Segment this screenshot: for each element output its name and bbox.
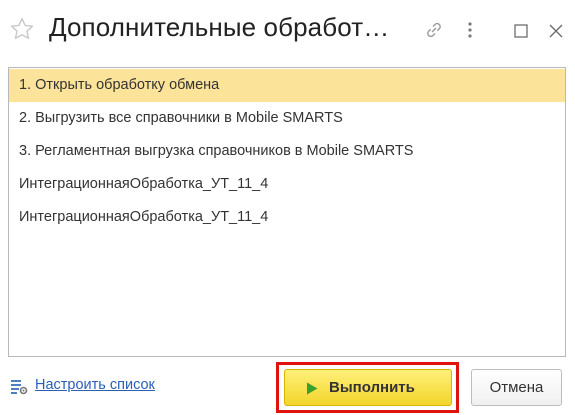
list-item[interactable]: ИнтеграционнаяОбработка_УТ_11_4 [9, 168, 565, 201]
play-icon [307, 382, 318, 395]
list-item[interactable]: 3. Регламентная выгрузка справочников в … [9, 135, 565, 168]
processing-list[interactable]: 1. Открыть обработку обмена 2. Выгрузить… [8, 67, 566, 357]
maximize-icon[interactable] [514, 24, 528, 38]
cancel-button[interactable]: Отмена [471, 369, 562, 406]
window-title: Дополнительные обработ… [49, 12, 390, 42]
list-item[interactable]: 1. Открыть обработку обмена [9, 69, 565, 102]
configure-list-link[interactable]: Настроить список [35, 377, 155, 393]
list-item[interactable]: ИнтеграционнаяОбработка_УТ_11_4 [9, 201, 565, 234]
list-item[interactable]: 2. Выгрузить все справочники в Mobile SM… [9, 102, 565, 135]
more-vertical-icon[interactable] [466, 20, 474, 40]
list-settings-icon[interactable] [10, 378, 28, 396]
title-bar: Дополнительные обработ… [0, 0, 575, 62]
execute-button[interactable]: Выполнить [284, 369, 452, 406]
star-icon[interactable] [9, 16, 35, 42]
link-icon[interactable] [424, 20, 444, 40]
execute-button-label: Выполнить [329, 379, 415, 396]
close-icon[interactable] [548, 23, 564, 39]
